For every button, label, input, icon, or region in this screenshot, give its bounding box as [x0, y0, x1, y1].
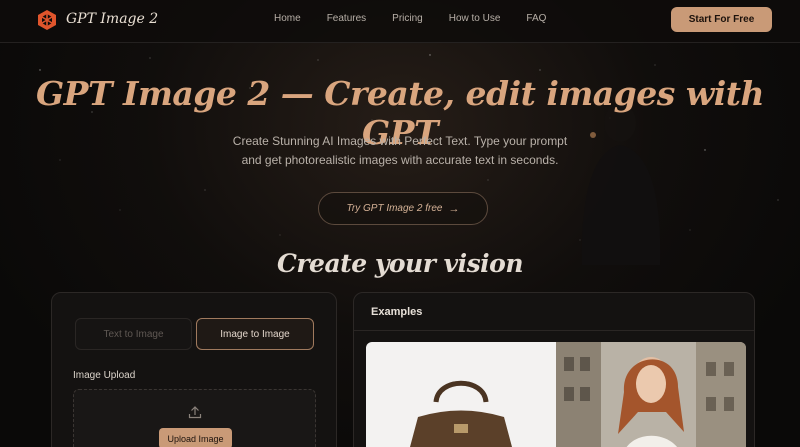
- nav-link-features[interactable]: Features: [327, 13, 366, 24]
- brand-name[interactable]: GPT Image 2: [66, 11, 158, 27]
- try-free-button-label: Try GPT Image 2 free: [346, 203, 443, 214]
- arrow-right-icon: →: [448, 202, 460, 215]
- hero-subtitle-line-1: Create Stunning AI Images with Perfect T…: [232, 134, 568, 148]
- example-image: [366, 342, 746, 447]
- examples-label: Examples: [371, 306, 423, 318]
- examples-panel: Examples: [353, 292, 755, 447]
- image-dropzone[interactable]: Upload Image: [73, 389, 316, 447]
- upload-icon: [188, 406, 202, 419]
- start-for-free-button[interactable]: Start For Free: [671, 7, 772, 32]
- upload-image-button[interactable]: Upload Image: [159, 428, 232, 447]
- main-menu: Home Features Pricing How to Use FAQ: [274, 13, 572, 24]
- nav-link-how-to-use[interactable]: How to Use: [449, 13, 501, 24]
- nav-link-home[interactable]: Home: [274, 13, 301, 24]
- brand-logo-icon[interactable]: [36, 9, 58, 31]
- nav-link-faq[interactable]: FAQ: [526, 13, 546, 24]
- tab-text-to-image[interactable]: Text to Image: [75, 318, 192, 350]
- nav-link-pricing[interactable]: Pricing: [392, 13, 423, 24]
- image-upload-label: Image Upload: [73, 370, 136, 381]
- top-navbar: GPT Image 2 Home Features Pricing How to…: [0, 0, 800, 43]
- examples-divider: [354, 330, 754, 331]
- hero-subtitle-line-2: and get photorealistic images with accur…: [241, 153, 559, 167]
- section-title: Create your vision: [276, 249, 524, 278]
- tab-image-to-image[interactable]: Image to Image: [196, 318, 314, 350]
- try-free-button[interactable]: Try GPT Image 2 free →: [318, 192, 488, 225]
- hero-subtitle: Create Stunning AI Images with Perfect T…: [200, 132, 600, 170]
- generator-panel: Text to Image Image to Image Image Uploa…: [51, 292, 337, 447]
